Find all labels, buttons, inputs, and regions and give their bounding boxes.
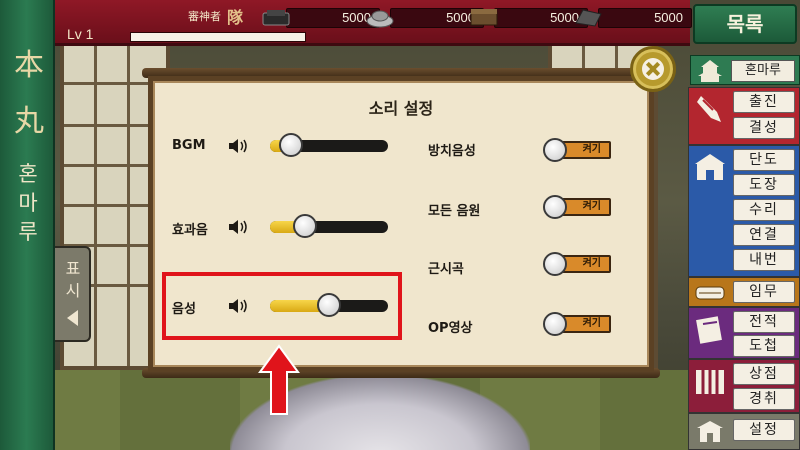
charcoal-icon	[262, 10, 290, 26]
list-button[interactable]: 목록	[693, 4, 797, 44]
bgm-label: BGM	[172, 138, 206, 153]
record-icon	[696, 316, 722, 344]
banner-subtitle: 혼 마 루	[16, 160, 40, 247]
menu-item-settings[interactable]: 설정	[733, 419, 795, 441]
settings-icon	[697, 421, 723, 442]
menu-item-sortie[interactable]: 출진	[733, 91, 795, 113]
banner-sub-char: 마	[18, 191, 38, 215]
menu-item-forge[interactable]: 단도	[733, 149, 795, 171]
menu-item-record[interactable]: 전적	[733, 311, 795, 333]
toggle-state: 켜기	[582, 318, 601, 329]
dialog-title: 소리 설정	[368, 99, 434, 118]
menu-item-mission[interactable]: 임무	[733, 281, 795, 303]
honmaru-label: 혼마루	[731, 60, 795, 82]
mission-icon	[695, 286, 725, 300]
honmaru-menu-header[interactable]: 혼마루	[690, 55, 800, 85]
banner-char-1: 本	[14, 48, 44, 83]
attendant-song-label: 근시곡	[428, 262, 464, 277]
toggle-knob	[543, 195, 567, 219]
menu-group-shop: 상점 경취	[688, 359, 800, 413]
close-icon	[642, 58, 664, 80]
toggle-knob	[543, 252, 567, 276]
menu-group-settings: 설정	[688, 413, 800, 450]
owner-label: 審神者	[188, 10, 221, 23]
menu-item-scenery[interactable]: 경취	[733, 388, 795, 410]
arrow-left-icon	[67, 310, 78, 326]
toggle-state: 켜기	[582, 258, 601, 269]
banner-sub-char: 루	[18, 220, 38, 244]
shop-icon	[696, 370, 724, 394]
steel-icon	[366, 10, 394, 28]
coolant-icon	[470, 9, 498, 26]
close-button[interactable]	[630, 46, 676, 92]
bgm-slider[interactable]	[270, 133, 388, 157]
player-level: Lv 1	[67, 26, 94, 42]
slider-knob[interactable]	[279, 133, 303, 157]
display-tab-char: 표	[65, 259, 81, 278]
toggle-knob	[543, 138, 567, 162]
smithy-icon	[695, 154, 725, 180]
menu-item-catalog[interactable]: 도첩	[733, 335, 795, 357]
sfx-slider[interactable]	[270, 214, 388, 238]
all-sound-toggle[interactable]: 켜기	[543, 195, 613, 219]
menu-group-smithy: 단도 도장 수리 연결 내번	[688, 145, 800, 277]
display-toggle-tab[interactable]: 표 시	[55, 246, 91, 342]
attendant-song-toggle[interactable]: 켜기	[543, 252, 613, 276]
menu-item-repair[interactable]: 수리	[733, 199, 795, 221]
honmaru-banner: 本 丸 혼 마 루	[0, 0, 55, 450]
menu-item-duty[interactable]: 내번	[733, 249, 795, 271]
resource-whetstone: 5000	[575, 8, 692, 28]
arrow-up-icon	[258, 344, 300, 415]
resource-value: 5000	[654, 10, 683, 25]
idle-voice-label: 방치음성	[428, 144, 476, 159]
op-video-label: OP영상	[428, 321, 473, 336]
toggle-knob	[543, 312, 567, 336]
highlight-box	[162, 272, 402, 340]
display-tab-char: 시	[65, 281, 81, 300]
op-video-toggle[interactable]: 켜기	[543, 312, 613, 336]
castle-icon	[698, 60, 722, 82]
toggle-state: 켜기	[582, 201, 601, 212]
menu-group-record: 전적 도첩	[688, 307, 800, 359]
menu-group-mission: 임무	[688, 277, 800, 307]
speaker-icon	[229, 220, 247, 234]
menu-item-connect[interactable]: 연결	[733, 224, 795, 246]
experience-bar	[130, 32, 306, 42]
toggle-state: 켜기	[582, 144, 601, 155]
menu-item-shop[interactable]: 상점	[733, 363, 795, 385]
speaker-icon	[229, 139, 247, 153]
display-tab-label: 표 시	[65, 258, 81, 302]
top-status-bar: Lv 1 審神者 隊 5000 5000 5000 5000	[55, 0, 692, 46]
menu-group-sortie: 출진 결성	[688, 87, 800, 145]
slider-knob[interactable]	[293, 214, 317, 238]
banner-sub-char: 혼	[18, 162, 38, 186]
menu-item-formation[interactable]: 결성	[733, 117, 795, 139]
idle-voice-toggle[interactable]: 켜기	[543, 138, 613, 162]
menu-item-dojo[interactable]: 도장	[733, 174, 795, 196]
owner-name: 隊	[227, 8, 244, 27]
all-sound-label: 모든 음원	[428, 204, 481, 219]
sortie-icon	[697, 96, 721, 122]
whetstone-icon	[575, 9, 602, 27]
sfx-label: 효과음	[172, 223, 208, 238]
banner-char-2: 丸	[14, 104, 44, 139]
